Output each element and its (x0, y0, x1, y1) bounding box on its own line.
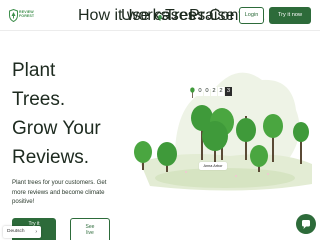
sapling-icon (190, 87, 195, 98)
hero-title-line: Trees. (12, 89, 66, 110)
hero-subtitle: Plant trees for your customers. Get more… (12, 179, 107, 205)
language-selector[interactable]: Deutsch › (3, 226, 41, 238)
hero-title-line: Plant (12, 60, 56, 81)
try-it-now-button[interactable]: Try it now (269, 7, 311, 24)
tree-name-tag: Anna Arbor (199, 162, 227, 170)
hero-title-line: Reviews. (12, 147, 90, 168)
forest-illustration (134, 72, 312, 191)
see-live-button[interactable]: See live (70, 218, 110, 240)
shield-icon (9, 9, 18, 22)
counter-digit: 0 (197, 87, 203, 96)
logo-wordmark: REVIEW FOREST (19, 10, 34, 19)
chat-icon (302, 220, 310, 229)
logo-line-2: FOREST (19, 14, 35, 19)
counter-digit-active: 3 (225, 87, 232, 96)
counter-digit: 0 (204, 87, 210, 96)
tree-counter: 0 0 2 2 3 (197, 87, 232, 96)
chevron-right-icon: › (35, 229, 37, 235)
review-forest-logo[interactable]: REVIEW FOREST (9, 9, 37, 23)
ground-shadow (155, 168, 295, 188)
counter-digit: 2 (211, 87, 217, 96)
tree-icon (158, 15, 162, 21)
language-selected: Deutsch (7, 229, 25, 234)
counter-digit: 2 (218, 87, 224, 96)
chat-widget-button[interactable] (296, 214, 316, 234)
login-button[interactable]: Login (239, 7, 264, 24)
hero-title: Plant Trees. Grow Your Reviews. (12, 56, 142, 172)
hero-title-line: Grow Your (12, 118, 101, 139)
site-header: REVIEW FOREST How it works Use cases Tre… (0, 0, 320, 31)
